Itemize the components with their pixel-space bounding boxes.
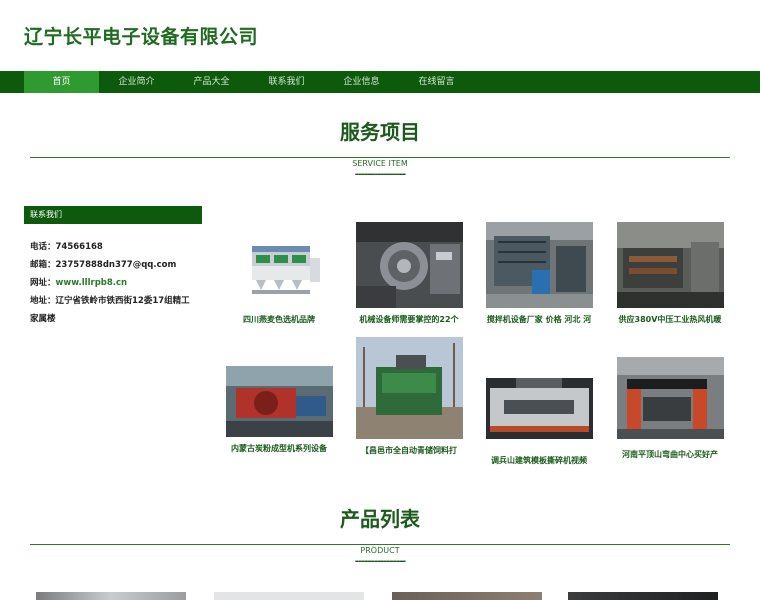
service-caption[interactable]: 内蒙古炭粉成型机系列设备 [220,443,338,454]
contact-email-row: 邮箱：23757888dn377@qq.com [30,256,196,274]
industrial-machine-image[interactable] [355,222,463,308]
phone-value: 74566168 [55,242,103,252]
web-label: 网址： [30,278,56,288]
service-caption[interactable]: 四川燕麦色选机品牌 [220,314,338,325]
service-caption[interactable]: 河南平顶山弯曲中心买好产 [611,449,729,460]
service-caption[interactable]: 机械设备师需要掌控的22个 [350,314,468,325]
nav-item-info[interactable]: 企业信息 [324,71,399,93]
product-image[interactable] [392,592,542,600]
product-image[interactable] [36,592,186,600]
products-header: 产品列表 PRODUCT ---------------- [0,503,760,567]
nav-item-contact[interactable]: 联系我们 [249,71,324,93]
service-caption[interactable]: 搅拌机设备厂家 价格 河北 河 [480,314,598,325]
phone-label: 电话： [30,242,56,252]
products-subtitle-row: PRODUCT [0,538,760,557]
email-value: 23757888dn377@qq.com [55,260,177,270]
contact-address-row: 地址：辽宁省铁岭市铁西街12委17组精工家属楼 [30,292,196,328]
service-card[interactable]: 内蒙古炭粉成型机系列设备 [220,353,338,454]
service-card[interactable]: 四川燕麦色选机品牌 [220,222,338,325]
services-subtitle-row: SERVICE ITEM [0,151,760,170]
nav-item-about[interactable]: 企业简介 [99,71,174,93]
service-card[interactable]: 河南平顶山弯曲中心买好产 [611,353,729,460]
services-dash: ---------------- [354,169,406,180]
contact-phone-row: 电话：74566168 [30,238,196,256]
nav-item-products[interactable]: 产品大全 [174,71,249,93]
nav-item-message[interactable]: 在线留言 [399,71,474,93]
products-dash: ---------------- [354,556,406,567]
product-strip [0,592,760,600]
factory-workshop-image[interactable] [616,222,724,308]
service-caption[interactable]: 供应380V中压工业热风机暖 [611,314,729,325]
header: 辽宁长平电子设备有限公司 [0,0,760,71]
service-card[interactable]: 供应380V中压工业热风机暖 [611,222,729,325]
contact-panel: 联系我们 电话：74566168 邮箱：23757888dn377@qq.com… [24,206,202,328]
address-label: 地址： [30,296,56,306]
contact-heading: 联系我们 [24,206,202,224]
shredder-image[interactable] [485,378,593,449]
products-title: 产品列表 [340,507,420,531]
services-title: 服务项目 [340,120,420,144]
product-image[interactable] [214,592,364,600]
mixer-plant-image[interactable] [485,222,593,308]
nav-item-home[interactable]: 首页 [24,71,99,93]
service-card[interactable]: 调兵山建筑模板撕碎机视频 [480,353,598,466]
site-title[interactable]: 辽宁长平电子设备有限公司 [24,22,258,49]
contact-body: 电话：74566168 邮箱：23757888dn377@qq.com 网址：w… [24,224,202,328]
briquette-machine-image[interactable] [225,366,333,437]
service-card[interactable]: 搅拌机设备厂家 价格 河北 河 [480,222,598,325]
service-caption[interactable]: 调兵山建筑模板撕碎机视频 [480,455,598,466]
contact-web-row: 网址：www.lllrpb8.cn [30,274,196,292]
silage-baler-image[interactable] [355,337,463,439]
service-caption[interactable]: 【昌邑市全自动青储饲料打 [350,445,468,456]
service-card[interactable]: 【昌邑市全自动青储饲料打 [350,337,468,456]
products-subtitle: PRODUCT [354,545,406,557]
services-header: 服务项目 SERVICE ITEM ---------------- [0,116,760,180]
service-card[interactable]: 机械设备师需要掌控的22个 [350,222,468,325]
web-link[interactable]: www.lllrpb8.cn [56,278,128,288]
main-nav: 首页 企业简介 产品大全 联系我们 企业信息 在线留言 [0,71,760,93]
color-sorter-image[interactable] [225,222,333,308]
bending-center-image[interactable] [616,357,724,443]
services-subtitle: SERVICE ITEM [346,158,414,170]
product-image[interactable] [568,592,718,600]
email-label: 邮箱： [30,260,56,270]
